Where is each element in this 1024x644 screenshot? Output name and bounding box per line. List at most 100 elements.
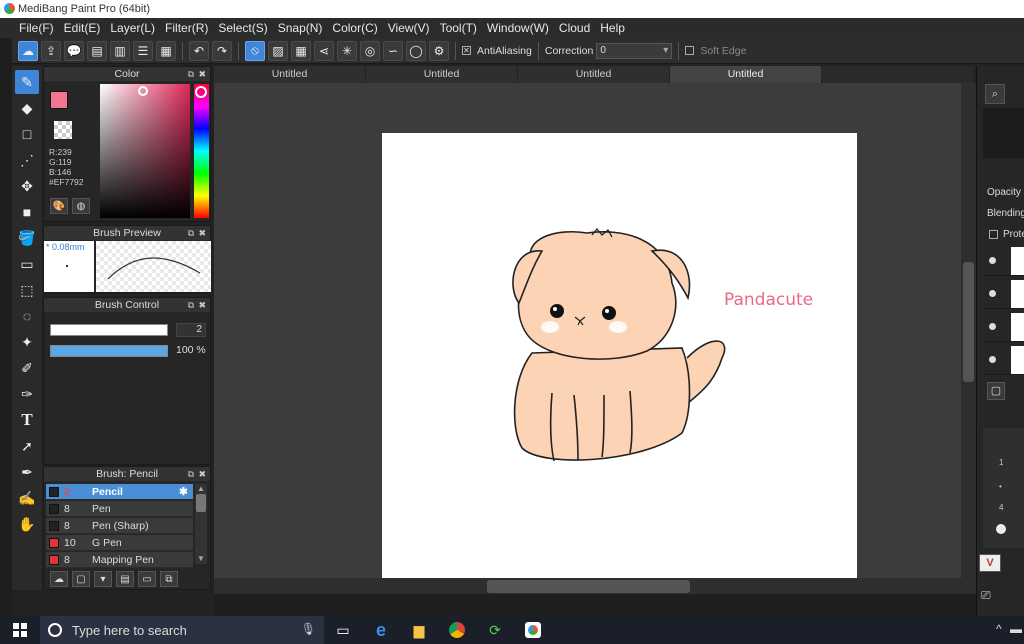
lasso-tool-icon[interactable]: ◌ bbox=[15, 304, 39, 328]
rect-select-tool-icon[interactable]: ⬚ bbox=[15, 278, 39, 302]
share-icon[interactable]: ⇪ bbox=[41, 40, 61, 61]
close-icon[interactable]: ✖ bbox=[198, 467, 206, 481]
page-icon[interactable]: ▤ bbox=[87, 40, 107, 61]
parallel-snap-icon[interactable]: ▨ bbox=[268, 40, 288, 61]
comment-icon[interactable]: 💬 bbox=[64, 40, 84, 61]
tab-untitled-1[interactable]: Untitled bbox=[214, 66, 366, 83]
v-logo-icon[interactable]: V bbox=[979, 554, 1001, 572]
perspective-snap-icon[interactable]: ⋖ bbox=[314, 40, 334, 61]
visibility-icon[interactable] bbox=[989, 257, 996, 264]
bucket-tool-icon[interactable]: 🪣 bbox=[15, 226, 39, 250]
scroll-down-icon[interactable]: ▼ bbox=[195, 554, 207, 564]
curve-snap-icon[interactable]: ∽ bbox=[383, 40, 403, 61]
chrome-icon[interactable] bbox=[438, 616, 476, 644]
menu-snap[interactable]: Snap(N) bbox=[273, 18, 328, 38]
radial-snap-icon[interactable]: ✳ bbox=[337, 40, 357, 61]
eyedropper-tool-icon[interactable]: ✒ bbox=[15, 460, 39, 484]
microphone-icon[interactable]: 🎙 bbox=[301, 622, 316, 636]
undock-icon[interactable]: ⧉ bbox=[188, 67, 194, 81]
layer-row[interactable] bbox=[985, 246, 1024, 276]
tab-untitled-4[interactable]: Untitled bbox=[670, 66, 822, 83]
new-brush-icon[interactable]: ▢ bbox=[72, 571, 90, 587]
grid-snap-icon[interactable]: ▦ bbox=[291, 40, 311, 61]
brush-item-pencil[interactable]: 2 Pencil ✱ bbox=[46, 484, 193, 500]
correction-select[interactable]: 0 bbox=[596, 42, 673, 59]
palette-history-icon[interactable]: ◍ bbox=[72, 198, 90, 214]
brush-list-scrollbar[interactable]: ▲ ▼ bbox=[195, 484, 207, 564]
folder-icon[interactable]: ▭ bbox=[138, 571, 156, 587]
visibility-icon[interactable] bbox=[989, 323, 996, 330]
menu-cloud[interactable]: Cloud bbox=[554, 18, 595, 38]
brush-size-value[interactable]: 2 bbox=[176, 323, 206, 337]
menu-tool[interactable]: Tool(T) bbox=[435, 18, 482, 38]
menu-filter[interactable]: Filter(R) bbox=[160, 18, 213, 38]
new-layer-icon[interactable]: ▢ bbox=[987, 382, 1005, 400]
duplicate-brush-icon[interactable]: ⧉ bbox=[160, 571, 178, 587]
dot-tool-icon[interactable]: ⋰ bbox=[15, 148, 39, 172]
menu-help[interactable]: Help bbox=[595, 18, 630, 38]
close-icon[interactable]: ✖ bbox=[198, 226, 206, 240]
list-icon[interactable]: ☰ bbox=[133, 40, 153, 61]
task-view-icon[interactable]: ▭ bbox=[324, 616, 362, 644]
brush-list-scroll-thumb[interactable] bbox=[196, 494, 206, 512]
undock-icon[interactable]: ⧉ bbox=[188, 467, 194, 481]
sub-color-swatch[interactable] bbox=[54, 121, 72, 139]
undock-icon[interactable]: ⧉ bbox=[188, 226, 194, 240]
gradient-tool-icon[interactable]: ▭ bbox=[15, 252, 39, 276]
layer-row[interactable] bbox=[985, 279, 1024, 309]
undock-icon[interactable]: ⧉ bbox=[188, 298, 194, 312]
snap-off-icon[interactable]: ⦸ bbox=[245, 40, 265, 61]
circle-snap-icon[interactable]: ◯ bbox=[406, 40, 426, 61]
stats-icon[interactable]: ▦ bbox=[156, 40, 176, 61]
operation-tool-icon[interactable]: ➚ bbox=[15, 434, 39, 458]
menu-file[interactable]: File(F) bbox=[14, 18, 59, 38]
brush-size-slider[interactable] bbox=[50, 324, 168, 336]
hand-tool-icon[interactable]: ✋ bbox=[15, 512, 39, 536]
pen-tool-icon[interactable]: ✍ bbox=[15, 486, 39, 510]
network-icon[interactable]: ⎚ bbox=[981, 588, 991, 603]
select-pen-tool-icon[interactable]: ✐ bbox=[15, 356, 39, 380]
tab-untitled-2[interactable]: Untitled bbox=[366, 66, 518, 83]
zoom-icon[interactable]: ⌕ bbox=[985, 84, 1005, 104]
cloud-sync-icon[interactable]: ☁ bbox=[18, 40, 38, 61]
edge-browser-icon[interactable]: e bbox=[362, 616, 400, 644]
taskbar-search[interactable]: Type here to search 🎙 bbox=[40, 616, 324, 644]
brush-size-dot[interactable] bbox=[996, 524, 1006, 534]
drawing-canvas[interactable]: Pandacute bbox=[382, 133, 857, 578]
menu-color[interactable]: Color(C) bbox=[327, 18, 382, 38]
menu-edit[interactable]: Edit(E) bbox=[59, 18, 106, 38]
sv-picker-cursor[interactable] bbox=[138, 86, 148, 96]
tab-untitled-3[interactable]: Untitled bbox=[518, 66, 670, 83]
canvas-area[interactable]: Pandacute bbox=[214, 83, 961, 578]
visibility-icon[interactable] bbox=[989, 290, 996, 297]
brush-item-mapping-pen[interactable]: 8 Mapping Pen bbox=[46, 552, 193, 568]
brush-opacity-slider[interactable] bbox=[50, 345, 168, 357]
undo-icon[interactable]: ↶ bbox=[189, 40, 209, 61]
main-color-swatch[interactable] bbox=[50, 91, 68, 109]
close-icon[interactable]: ✖ bbox=[198, 67, 206, 81]
move-tool-icon[interactable]: ✥ bbox=[15, 174, 39, 198]
menu-view[interactable]: View(V) bbox=[383, 18, 435, 38]
brush-item-g-pen[interactable]: 10 G Pen bbox=[46, 535, 193, 551]
brush-settings-icon[interactable]: ✱ bbox=[179, 484, 188, 500]
saturation-value-picker[interactable] bbox=[100, 84, 190, 218]
shape-tool-icon[interactable]: □ bbox=[15, 122, 39, 146]
hue-cursor[interactable] bbox=[195, 86, 207, 98]
redo-icon[interactable]: ↷ bbox=[212, 40, 232, 61]
tray-network-icon[interactable]: ▬ bbox=[1010, 622, 1022, 636]
menu-layer[interactable]: Layer(L) bbox=[105, 18, 160, 38]
hue-slider[interactable] bbox=[194, 84, 209, 218]
brush-tool-icon[interactable]: ✎ bbox=[15, 70, 39, 94]
layer-row[interactable] bbox=[985, 312, 1024, 342]
document-icon[interactable]: ▥ bbox=[110, 40, 130, 61]
brush-properties-icon[interactable]: ▤ bbox=[116, 571, 134, 587]
app-icon-green[interactable]: ⟳ bbox=[476, 616, 514, 644]
close-icon[interactable]: ✖ bbox=[198, 298, 206, 312]
gear-icon[interactable]: ⚙ bbox=[429, 40, 449, 61]
concentric-snap-icon[interactable]: ◎ bbox=[360, 40, 380, 61]
horizontal-scroll-thumb[interactable] bbox=[487, 580, 690, 593]
brush-item-pen[interactable]: 8 Pen bbox=[46, 501, 193, 517]
file-explorer-icon[interactable]: ▆ bbox=[400, 616, 438, 644]
visibility-icon[interactable] bbox=[989, 356, 996, 363]
select-eraser-tool-icon[interactable]: ✑ bbox=[15, 382, 39, 406]
